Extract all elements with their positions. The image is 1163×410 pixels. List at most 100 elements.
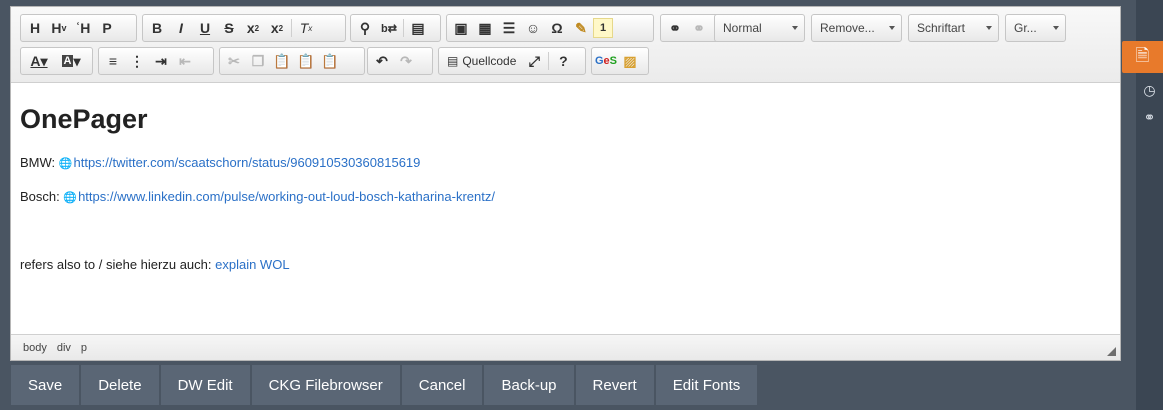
editor-content[interactable]: OnePager BMW: 🌐https://twitter.com/scaat… [11, 84, 1120, 334]
styles-select[interactable]: Remove... [811, 14, 902, 42]
replace-icon[interactable]: b⇄ [377, 16, 401, 40]
element-path-bar: body div p [11, 334, 1120, 360]
copy-icon[interactable]: ❐ [246, 49, 270, 73]
page-title: OnePager [20, 104, 148, 134]
box-icon[interactable]: ▨ [618, 49, 642, 73]
link-icon[interactable]: ⚭ [1136, 104, 1163, 130]
heading-hv-icon[interactable]: Hv [47, 16, 71, 40]
bmw-line: BMW: 🌐https://twitter.com/scaatschorn/st… [20, 155, 1111, 170]
plugin-group: GeS ▨ [591, 47, 649, 75]
heading-h-alt-icon[interactable]: ʿH [71, 16, 95, 40]
special-char-icon[interactable]: Ω [545, 16, 569, 40]
toolbar-separator [291, 19, 292, 37]
size-select-value: Gr... [1014, 21, 1037, 35]
link-group: ⚭ ⚭ [660, 14, 719, 42]
footnote-icon[interactable]: 1 [593, 18, 613, 38]
backup-button[interactable]: Back-up [484, 365, 574, 405]
reference-prefix: refers also to / siehe hierzu auch: [20, 257, 212, 272]
indent-icon[interactable]: ⇥ [149, 49, 173, 73]
toolbar-separator [548, 52, 550, 70]
history-group: ↶ ↷ [367, 47, 433, 75]
font-select-value: Schriftart [917, 21, 966, 35]
path-body[interactable]: body [23, 342, 47, 354]
dw-edit-button[interactable]: DW Edit [160, 365, 250, 405]
format-select-value: Normal [723, 21, 762, 35]
globe-icon: 🌐 [58, 158, 73, 170]
wysiwyg-editor: H Hv ʿH P B I U S x2 x2 Tx ⚲ b⇄ ▤ ▣ ▦ ☰ … [10, 6, 1121, 361]
source-button[interactable]: ▤ Quellcode [441, 49, 522, 73]
bmw-link[interactable]: https://twitter.com/scaatschorn/status/9… [73, 155, 420, 170]
bosch-line: Bosch: 🌐https://www.linkedin.com/pulse/w… [20, 189, 1111, 204]
text-format-group: B I U S x2 x2 Tx [142, 14, 346, 42]
globe-icon: 🌐 [63, 192, 78, 204]
clipboard-group: ✂ ❐ 📋 📋 📋 [219, 47, 365, 75]
smiley-icon[interactable]: ☺ [521, 16, 545, 40]
bosch-label: Bosch: [20, 189, 60, 204]
undo-icon[interactable]: ↶ [370, 49, 394, 73]
background-color-icon[interactable]: A ▾ [55, 49, 87, 73]
paste-text-icon[interactable]: 📋 [294, 49, 318, 73]
outdent-icon[interactable]: ⇤ [173, 49, 197, 73]
reference-line: refers also to / siehe hierzu auch: expl… [20, 257, 1111, 272]
color-group: A▾ A ▾ [20, 47, 93, 75]
chevron-down-icon [1053, 26, 1059, 30]
right-rail: 🗎 ◷ ⚭ [1122, 0, 1163, 410]
cancel-button[interactable]: Cancel [401, 365, 483, 405]
superscript-icon[interactable]: x2 [265, 16, 289, 40]
editor-toolbar: H Hv ʿH P B I U S x2 x2 Tx ⚲ b⇄ ▤ ▣ ▦ ☰ … [11, 7, 1120, 83]
paste-icon[interactable]: 📋 [270, 49, 294, 73]
horizontal-line-icon[interactable]: ☰ [497, 16, 521, 40]
text-color-icon[interactable]: A▾ [23, 49, 55, 73]
subscript-icon[interactable]: x2 [241, 16, 265, 40]
heading-h-icon[interactable]: H [23, 16, 47, 40]
save-button[interactable]: Save [11, 365, 80, 405]
bosch-link[interactable]: https://www.linkedin.com/pulse/working-o… [78, 189, 495, 204]
bmw-label: BMW: [20, 155, 56, 170]
resize-handle-icon[interactable] [1107, 347, 1116, 356]
path-p[interactable]: p [81, 342, 87, 354]
find-group: ⚲ b⇄ ▤ [350, 14, 441, 42]
remove-format-icon[interactable]: Tx [294, 16, 318, 40]
delete-button[interactable]: Delete [81, 365, 159, 405]
chevron-down-icon [889, 26, 895, 30]
styles-select-value: Remove... [820, 21, 875, 35]
paste-word-icon[interactable]: 📋 [318, 49, 342, 73]
size-select[interactable]: Gr... [1005, 14, 1066, 42]
redo-icon[interactable]: ↷ [394, 49, 418, 73]
table-icon[interactable]: ▦ [473, 16, 497, 40]
strikethrough-icon[interactable]: S [217, 16, 241, 40]
chevron-down-icon [792, 26, 798, 30]
empty-paragraph [20, 223, 1111, 237]
underline-icon[interactable]: U [193, 16, 217, 40]
help-icon[interactable]: ? [551, 49, 575, 73]
geshi-icon[interactable]: GeS [594, 49, 618, 73]
source-group: ▤ Quellcode ⤢ ? [438, 47, 586, 75]
font-select[interactable]: Schriftart [908, 14, 999, 42]
paragraph-icon[interactable]: P [95, 16, 119, 40]
heading-group: H Hv ʿH P [20, 14, 137, 42]
bold-icon[interactable]: B [145, 16, 169, 40]
select-all-icon[interactable]: ▤ [406, 16, 430, 40]
ckg-filebrowser-button[interactable]: CKG Filebrowser [251, 365, 400, 405]
path-div[interactable]: div [57, 342, 71, 354]
format-select[interactable]: Normal [714, 14, 805, 42]
unlink-icon[interactable]: ⚭ [687, 16, 711, 40]
maximize-icon[interactable]: ⤢ [522, 49, 546, 73]
list-group: ≡ ⋮ ⇥ ⇤ [98, 47, 214, 75]
clock-icon[interactable]: ◷ [1136, 77, 1163, 103]
image-icon[interactable]: ▣ [449, 16, 473, 40]
link-icon[interactable]: ⚭ [663, 16, 687, 40]
toolbar-separator [403, 19, 404, 37]
explain-wol-link[interactable]: explain WOL [215, 257, 289, 272]
edit-fonts-button[interactable]: Edit Fonts [655, 365, 758, 405]
cut-icon[interactable]: ✂ [222, 49, 246, 73]
document-icon[interactable]: 🗎 [1122, 41, 1163, 73]
bullet-list-icon[interactable]: ⋮ [125, 49, 149, 73]
pen-icon[interactable]: ✎ [569, 16, 593, 40]
find-icon[interactable]: ⚲ [353, 16, 377, 40]
italic-icon[interactable]: I [169, 16, 193, 40]
numbered-list-icon[interactable]: ≡ [101, 49, 125, 73]
revert-button[interactable]: Revert [575, 365, 654, 405]
source-icon: ▤ [447, 54, 459, 68]
source-label: Quellcode [462, 54, 517, 68]
